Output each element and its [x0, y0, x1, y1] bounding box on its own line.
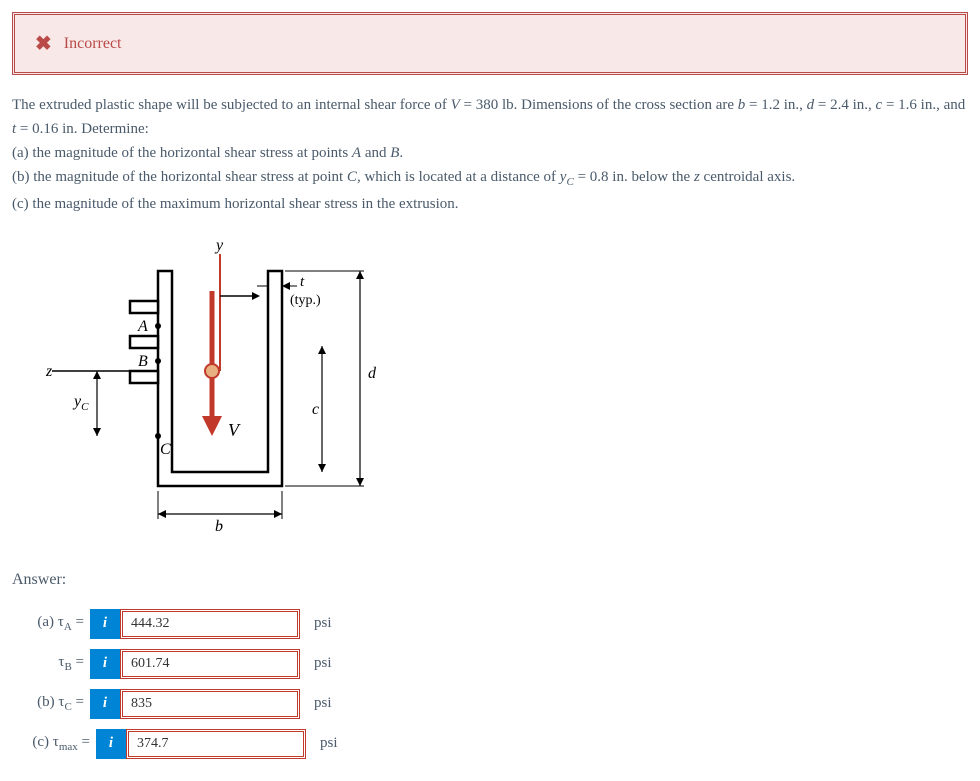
problem-statement: The extruded plastic shape will be subje…: [12, 93, 968, 216]
figure-svg: y V z A B C yC b t (typ.): [42, 236, 382, 536]
text: (a) the magnitude of the horizontal shea…: [12, 145, 352, 161]
info-icon[interactable]: i: [96, 729, 126, 759]
text: = 2.4 in.,: [814, 97, 875, 113]
label-V: V: [228, 420, 241, 440]
label-z: z: [45, 363, 53, 380]
text: (b) the magnitude of the horizontal shea…: [12, 169, 347, 185]
answer-row-tc: (b) τC = i psi: [12, 689, 968, 719]
text: = 380 lb. Dimensions of the cross sectio…: [460, 97, 738, 113]
answer-row-tmax: (c) τmax = i psi: [12, 729, 968, 759]
input-tmax[interactable]: [126, 729, 306, 759]
var-A: A: [352, 145, 361, 161]
unit-psi: psi: [314, 695, 332, 712]
input-tb[interactable]: [120, 649, 300, 679]
input-ta[interactable]: [120, 609, 300, 639]
info-icon[interactable]: i: [90, 609, 120, 639]
answer-title: Answer:: [12, 571, 968, 589]
answer-var-tc: (b) τC =: [12, 694, 90, 713]
status-banner: ✖ Incorrect: [12, 12, 968, 75]
label-yc: yC: [72, 393, 89, 413]
label-A: A: [137, 318, 148, 335]
label-B: B: [138, 353, 148, 370]
text: centroidal axis.: [700, 169, 795, 185]
text: and: [361, 145, 390, 161]
answer-row-a: (a) τA = i psi: [12, 609, 968, 639]
unit-psi: psi: [320, 735, 338, 752]
text: (c) the magnitude of the maximum horizon…: [12, 196, 459, 212]
var-C: C: [347, 169, 357, 185]
text: = 1.6 in., and: [882, 97, 965, 113]
label-c: c: [312, 401, 319, 418]
cross-section-figure: y V z A B C yC b t (typ.): [42, 236, 968, 541]
info-icon[interactable]: i: [90, 649, 120, 679]
unit-psi: psi: [314, 615, 332, 632]
label-C: C: [160, 441, 171, 458]
label-t: t: [300, 274, 305, 290]
label-y: y: [214, 237, 224, 254]
text: = 0.8 in. below the: [574, 169, 694, 185]
close-icon: ✖: [35, 31, 52, 56]
answer-var-tmax: (c) τmax =: [12, 734, 96, 753]
text: The extruded plastic shape will be subje…: [12, 97, 451, 113]
text: , which is located at a distance of: [357, 169, 560, 185]
answer-section: Answer: (a) τA = i psi τB = i psi (b) τC…: [12, 571, 968, 759]
info-icon[interactable]: i: [90, 689, 120, 719]
answer-var-ta: (a) τA =: [12, 614, 90, 633]
var-V: V: [451, 97, 460, 113]
var-yc-sub: C: [566, 176, 573, 188]
answer-row-tb: τB = i psi: [12, 649, 968, 679]
input-tc[interactable]: [120, 689, 300, 719]
status-text: Incorrect: [64, 35, 122, 53]
label-b: b: [215, 518, 223, 535]
text: = 1.2 in.,: [745, 97, 806, 113]
text: = 0.16 in. Determine:: [16, 121, 149, 137]
unit-psi: psi: [314, 655, 332, 672]
text: .: [399, 145, 403, 161]
label-d: d: [368, 365, 377, 382]
label-typ: (typ.): [290, 293, 321, 308]
answer-var-tb: τB =: [12, 654, 90, 673]
